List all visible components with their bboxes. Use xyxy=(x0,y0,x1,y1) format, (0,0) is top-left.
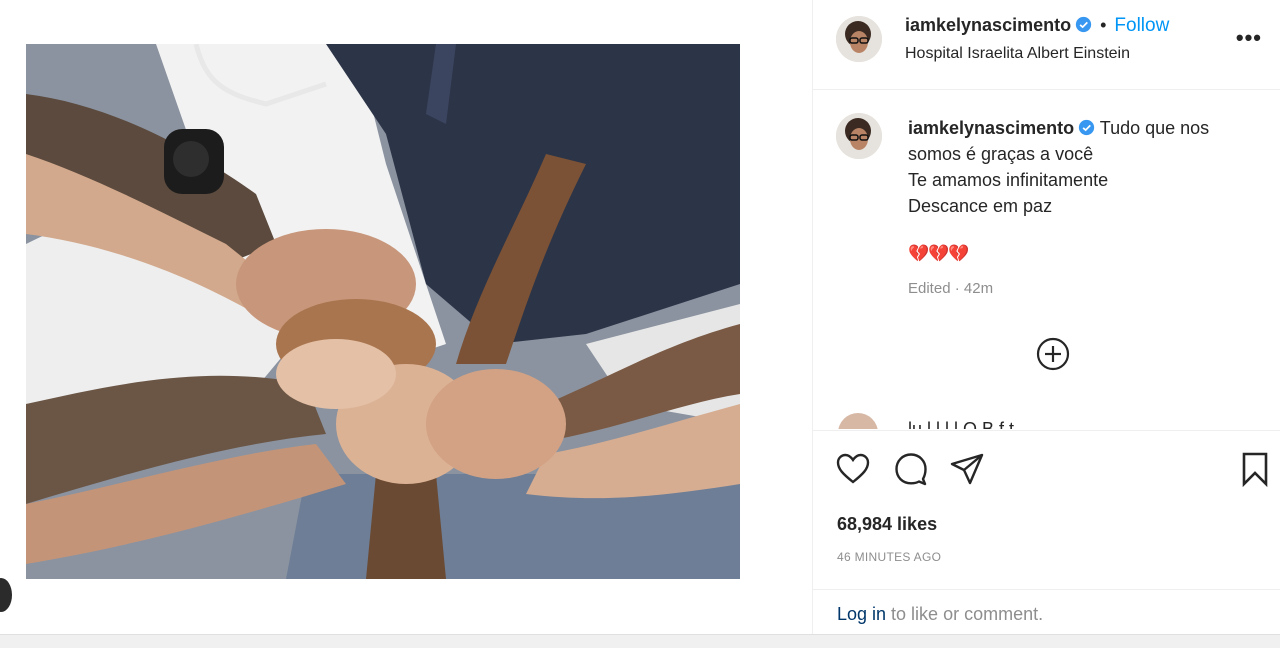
more-options-icon[interactable]: ••• xyxy=(1236,25,1262,51)
caption-line-3: Te amamos infinitamente xyxy=(908,170,1109,190)
post-timestamp[interactable]: 46 MINUTES AGO xyxy=(837,550,941,564)
edited-label: Edited xyxy=(908,280,951,297)
partial-comment-text: lu l l l l O B f t xyxy=(908,419,1015,429)
post-actions: 68,984 likes 46 MINUTES AGO Log in to li… xyxy=(813,430,1280,635)
caption-username[interactable]: iamkelynascimento xyxy=(908,118,1074,138)
separator-dot: • xyxy=(1100,15,1107,35)
likes-count[interactable]: 68,984 likes xyxy=(837,514,937,535)
verified-badge-icon xyxy=(1078,119,1095,136)
carousel-prev-button[interactable] xyxy=(0,578,12,612)
comments-section: iamkelynascimento Tudo que nos somos é g… xyxy=(813,91,1280,429)
caption-line-2: somos é graças a você xyxy=(908,144,1094,164)
share-icon[interactable] xyxy=(949,451,985,487)
broken-hearts-emoji: 💔💔💔 xyxy=(908,244,970,263)
verified-badge-icon xyxy=(1075,16,1092,33)
post-media-pane xyxy=(0,0,812,634)
post-sidebar: iamkelynascimento • Follow Hospital Israel… xyxy=(812,0,1280,634)
post-photo[interactable] xyxy=(26,44,740,579)
heart-icon[interactable] xyxy=(835,451,871,487)
author-line: iamkelynascimento • Follow xyxy=(905,15,1169,37)
caption-author-avatar[interactable] xyxy=(836,113,882,159)
partial-comment: lu l l l l O B f t xyxy=(838,413,1258,429)
follow-button[interactable]: Follow xyxy=(1114,15,1169,36)
post-caption: iamkelynascimento Tudo que nos somos é g… xyxy=(908,115,1258,219)
photo-hands-illustration xyxy=(26,44,740,579)
caption-time: 42m xyxy=(963,280,994,297)
caption-meta: Edited · 42m xyxy=(908,280,994,297)
caption-line-1: Tudo que nos xyxy=(1099,118,1210,138)
caption-line-4: Descance em paz xyxy=(908,196,1053,216)
login-prompt-text: to like or comment. xyxy=(886,604,1044,624)
login-link[interactable]: Log in xyxy=(837,604,886,624)
login-prompt: Log in to like or comment. xyxy=(813,589,1280,639)
window-bottom-edge xyxy=(0,634,1280,648)
post-location[interactable]: Hospital Israelita Albert Einstein xyxy=(905,45,1130,63)
post-header: iamkelynascimento • Follow Hospital Israel… xyxy=(813,0,1280,90)
comment-icon[interactable] xyxy=(893,451,929,487)
plus-circle-icon[interactable] xyxy=(1035,336,1071,372)
author-username[interactable]: iamkelynascimento xyxy=(905,15,1071,35)
commenter-avatar[interactable] xyxy=(838,413,878,429)
bookmark-icon[interactable] xyxy=(1237,451,1273,487)
author-avatar[interactable] xyxy=(836,16,882,62)
